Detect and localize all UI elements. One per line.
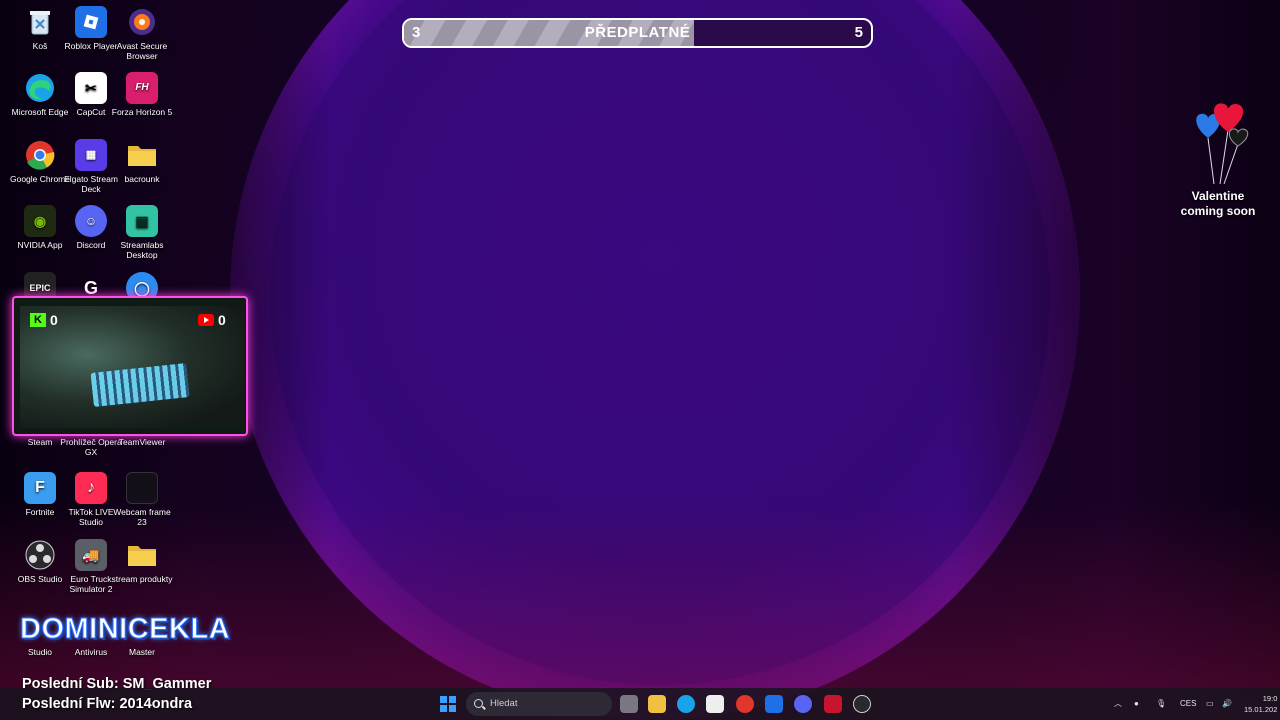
store-icon[interactable]: [706, 695, 724, 713]
search-icon: [474, 699, 483, 708]
streamlabs-icon: ▣: [126, 205, 158, 237]
roblox-icon: [75, 6, 107, 38]
search-placeholder: Hledat: [490, 698, 518, 709]
valentine-line1: Valentine: [1191, 189, 1245, 203]
desktop-icon-master[interactable]: Master: [111, 647, 173, 657]
edge-taskbar-icon[interactable]: [677, 695, 695, 713]
folder-icon: [126, 139, 158, 171]
recycle-bin-icon: [24, 6, 56, 38]
roblox-taskbar-icon[interactable]: [765, 695, 783, 713]
start-button[interactable]: [440, 696, 456, 712]
valentine-line2: coming soon: [1180, 204, 1256, 218]
kick-icon: K: [30, 313, 46, 327]
webcam-overlay: K 0 0: [12, 296, 248, 436]
tiktok-icon: ♪: [75, 472, 107, 504]
keyboard-in-feed: [90, 363, 190, 407]
clock-time: 19:0: [1262, 694, 1278, 703]
desktop-icon-streamlabs[interactable]: ▣ Streamlabs Desktop: [111, 205, 173, 260]
youtube-counter: 0: [198, 312, 226, 328]
desktop-icon-forza[interactable]: FH Forza Horizon 5: [111, 72, 173, 117]
task-view-icon[interactable]: [620, 695, 638, 713]
capcut-icon: ✂: [75, 72, 107, 104]
file-explorer-icon[interactable]: [648, 695, 666, 713]
clock[interactable]: 19:0 15.01.202: [1244, 693, 1277, 715]
clock-date: 15.01.202: [1244, 705, 1278, 714]
desktop-icon-teamviewer[interactable]: TeamViewer: [111, 437, 173, 447]
chrome-icon: [24, 139, 56, 171]
network-icon[interactable]: ▭: [1206, 688, 1214, 720]
goal-label: PŘEDPLATNÉ: [584, 24, 691, 41]
stream-deck-icon: ▦: [75, 139, 107, 171]
discord-icon: ☺: [75, 205, 107, 237]
subscription-goal-bar: 3 PŘEDPLATNÉ 5: [402, 18, 873, 48]
kick-count: 0: [50, 312, 58, 328]
webcam-frame-icon: [126, 472, 158, 504]
obs-taskbar-icon[interactable]: [853, 695, 871, 713]
obs-icon: [24, 539, 56, 571]
taskbar-search[interactable]: Hledat: [466, 692, 612, 716]
app-taskbar-icon[interactable]: [824, 695, 842, 713]
tray-app-icon[interactable]: ●: [1134, 688, 1139, 720]
folder-icon: [126, 539, 158, 571]
fortnite-icon: F: [24, 472, 56, 504]
desktop-icon-webcam-frame[interactable]: Webcam frame 23: [111, 472, 173, 527]
forza-icon: FH: [126, 72, 158, 104]
discord-taskbar-icon[interactable]: [794, 695, 812, 713]
microphone-icon[interactable]: 🎙: [1156, 688, 1166, 720]
streamer-name-logo: DOMINICEKLA: [19, 613, 231, 646]
heart-balloons-icon: [1196, 103, 1249, 185]
desktop-icon-avast-browser[interactable]: Avast Secure Browser: [111, 6, 173, 61]
truck-icon: 🚚: [75, 539, 107, 571]
volume-icon[interactable]: 🔊: [1222, 688, 1232, 720]
chevron-up-icon[interactable]: ︿: [1114, 688, 1122, 720]
kick-counter: K 0: [30, 312, 58, 328]
edge-icon: [24, 72, 56, 104]
valentine-widget: Valentine coming soon: [1170, 100, 1266, 219]
youtube-count: 0: [218, 312, 226, 328]
youtube-icon: [198, 314, 214, 326]
nvidia-icon: ◉: [24, 205, 56, 237]
desktop-icon-folder-stream-produkty[interactable]: stream produkty: [111, 539, 173, 584]
chrome-taskbar-icon[interactable]: [736, 695, 754, 713]
goal-end-value: 5: [854, 24, 863, 41]
desktop-icon-folder-bacrounk[interactable]: bacrounk: [111, 139, 173, 184]
last-follow-text: Poslední Flw: 2014ondra: [22, 696, 193, 712]
avast-browser-icon: [126, 6, 158, 38]
language-indicator[interactable]: CES: [1180, 688, 1196, 720]
